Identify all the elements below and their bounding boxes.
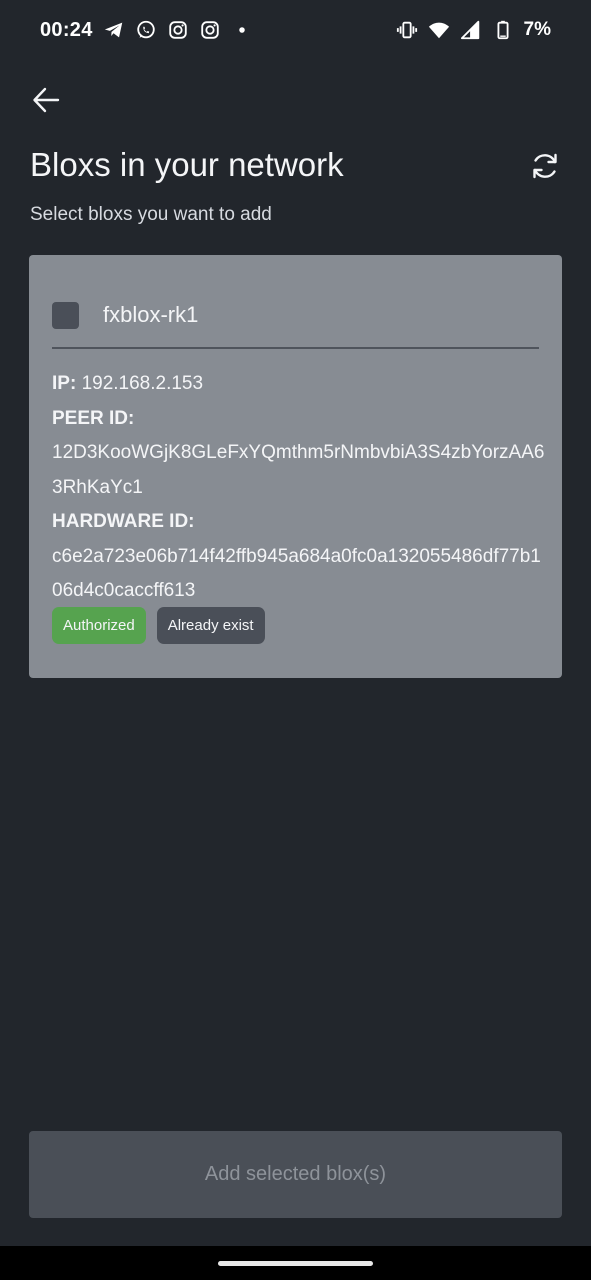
status-tags: Authorized Already exist	[52, 607, 265, 644]
battery-icon	[492, 19, 514, 41]
already-exist-badge: Already exist	[156, 607, 265, 644]
status-right: 7%	[396, 19, 551, 41]
blox-card: fxblox-rk1 IP: 192.168.2.153 PEER ID: 12…	[29, 255, 562, 678]
screen: 00:24 7% Bloxs in your network Select bl…	[0, 0, 591, 1280]
page-subtitle: Select bloxs you want to add	[30, 204, 272, 225]
ip-label: IP:	[52, 373, 77, 394]
page-title: Bloxs in your network	[30, 146, 344, 183]
instagram-icon	[167, 19, 189, 41]
hardware-id-label: HARDWARE ID:	[52, 511, 195, 532]
instagram-icon	[199, 19, 221, 41]
refresh-button[interactable]	[527, 148, 563, 184]
ip-row: IP: 192.168.2.153	[52, 367, 547, 402]
add-selected-bloxs-button[interactable]: Add selected blox(s)	[29, 1131, 562, 1218]
peer-id-value: 12D3KooWGjK8GLeFxYQmthm5rNmbvbiA3S4zbYor…	[52, 442, 545, 498]
dot-icon	[231, 19, 253, 41]
blox-select-row[interactable]: fxblox-rk1	[52, 295, 539, 335]
whatsapp-icon	[135, 19, 157, 41]
back-button[interactable]	[28, 82, 64, 118]
status-time: 00:24	[40, 18, 93, 41]
status-left: 00:24	[40, 19, 253, 42]
status-bar: 00:24 7%	[0, 0, 591, 60]
wifi-icon	[428, 19, 450, 41]
navigation-bar	[0, 1246, 591, 1280]
signal-icon	[460, 19, 482, 41]
telegram-icon	[103, 19, 125, 41]
divider	[52, 347, 539, 349]
home-indicator[interactable]	[218, 1261, 373, 1266]
arrow-left-icon	[33, 87, 60, 113]
authorized-badge: Authorized	[52, 607, 146, 644]
vibrate-icon	[396, 19, 418, 41]
hardware-id-value: c6e2a723e06b714f42ffb945a684a0fc0a132055…	[52, 545, 541, 602]
blox-checkbox[interactable]	[52, 301, 79, 329]
ip-value: 192.168.2.153	[81, 373, 204, 394]
blox-info: IP: 192.168.2.153 PEER ID: 12D3KooWGjK8G…	[52, 367, 547, 609]
refresh-icon	[533, 153, 557, 179]
blox-name: fxblox-rk1	[103, 302, 199, 327]
battery-percentage: 7%	[523, 19, 551, 40]
peer-id-label: PEER ID:	[52, 407, 135, 429]
